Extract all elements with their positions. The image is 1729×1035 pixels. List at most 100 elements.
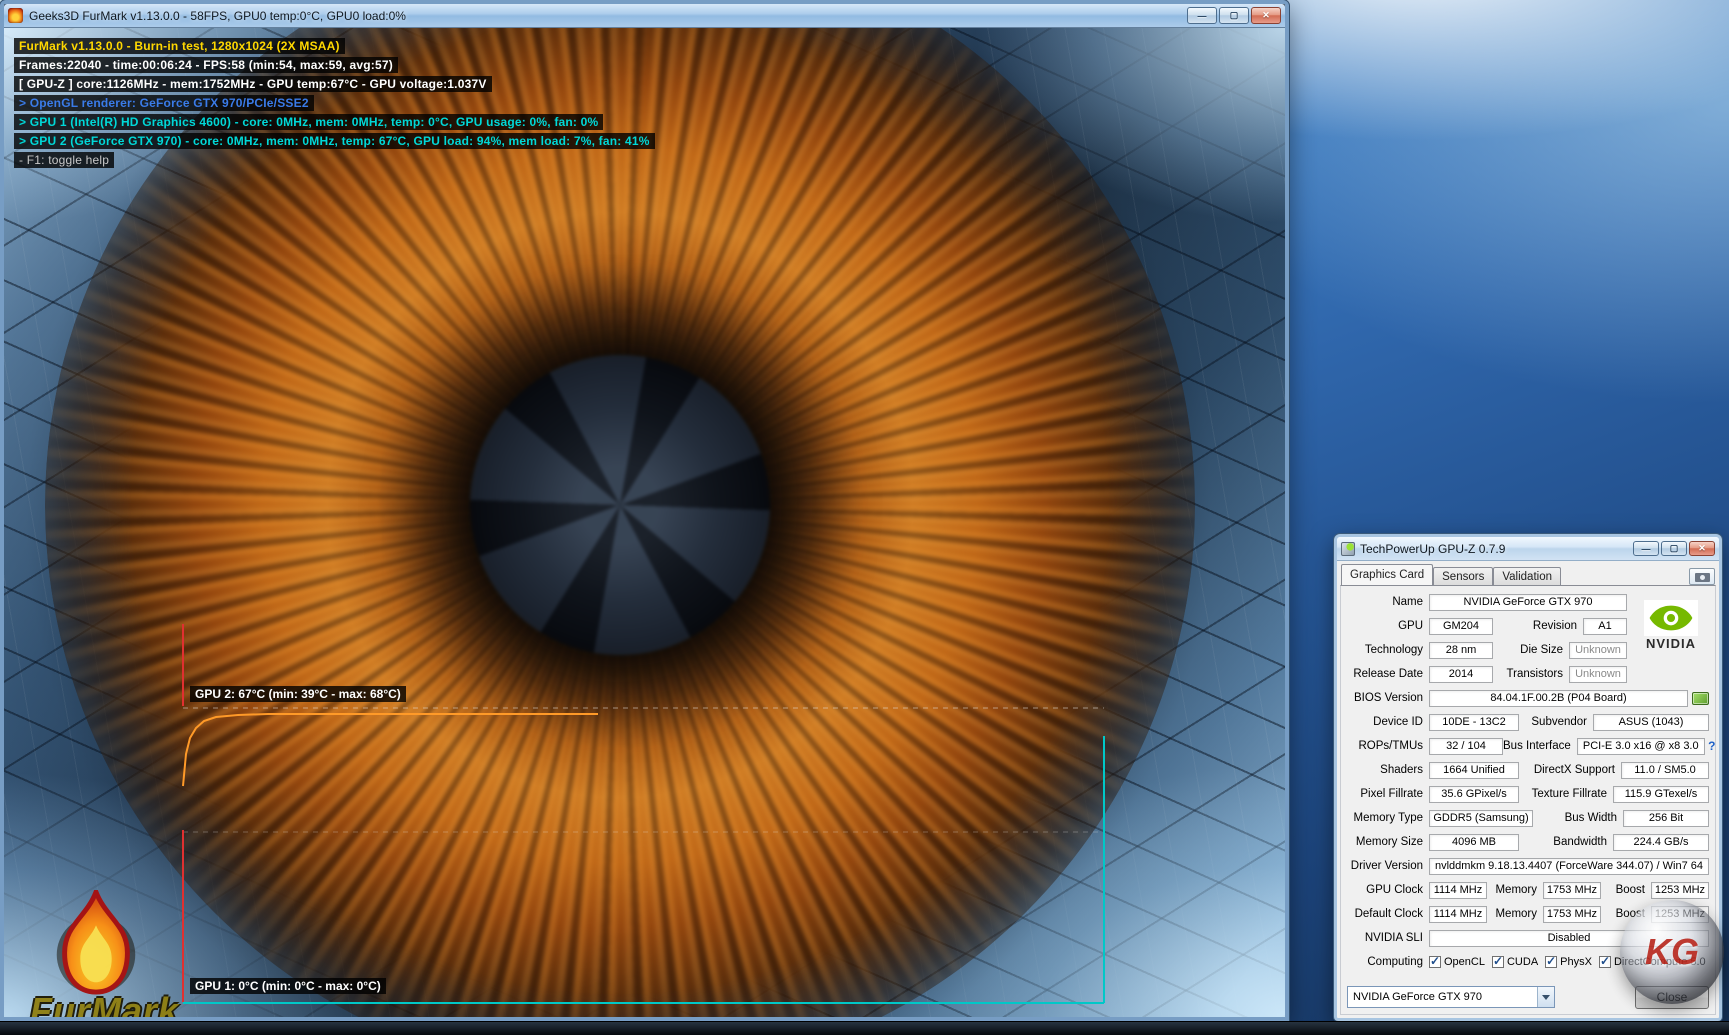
default-clock-value: 1114 MHz	[1429, 906, 1487, 923]
bus-interface-help-icon[interactable]: ?	[1705, 739, 1719, 753]
field-label: Computing	[1347, 956, 1429, 968]
checkbox-checked-icon	[1545, 956, 1557, 968]
memory-type-value: GDDR5 (Samsung)	[1429, 810, 1533, 827]
technology-value: 28 nm	[1429, 642, 1493, 659]
tab-graphics-card[interactable]: Graphics Card	[1341, 564, 1433, 585]
name-value: NVIDIA GeForce GTX 970	[1429, 594, 1627, 611]
gpuz-minimize-button[interactable]: —	[1633, 541, 1659, 556]
field-label: Bus Interface	[1503, 740, 1577, 752]
field-label: Default Clock	[1347, 908, 1429, 920]
checkbox-physx[interactable]: PhysX	[1545, 956, 1592, 968]
gpuz-titlebar[interactable]: TechPowerUp GPU-Z 0.7.9 — ▢ ✕	[1337, 537, 1719, 561]
bus-width-value: 256 Bit	[1623, 810, 1709, 827]
checkbox-label: PhysX	[1560, 956, 1592, 968]
field-label: Memory	[1487, 908, 1543, 920]
row-technology-diesize: Technology 28 nm Die Size Unknown	[1347, 640, 1627, 660]
checkbox-cuda[interactable]: CUDA	[1492, 956, 1538, 968]
field-label: Name	[1347, 596, 1429, 608]
gpu-clock-value: 1114 MHz	[1429, 882, 1487, 899]
row-gpu-revision: GPU GM204 Revision A1	[1347, 616, 1627, 636]
tab-sensors[interactable]: Sensors	[1433, 567, 1493, 585]
osd-opengl-renderer: > OpenGL renderer: GeForce GTX 970/PCIe/…	[14, 95, 314, 111]
field-label: Release Date	[1347, 668, 1429, 680]
device-id-value: 10DE - 13C2	[1429, 714, 1519, 731]
furmark-logo-text: FurMark	[30, 990, 230, 1017]
transistors-value: Unknown	[1569, 666, 1627, 683]
subvendor-value: ASUS (1043)	[1593, 714, 1709, 731]
nvidia-eye-icon	[1643, 600, 1699, 636]
checkbox-label: CUDA	[1507, 956, 1538, 968]
desktop: Geeks3D FurMark v1.13.0.0 - 58FPS, GPU0 …	[0, 0, 1729, 1035]
gpuz-window-title: TechPowerUp GPU-Z 0.7.9	[1360, 542, 1628, 556]
texture-fillrate-value: 115.9 GTexel/s	[1613, 786, 1709, 803]
gpuz-maximize-button[interactable]: ▢	[1661, 541, 1687, 556]
row-deviceid-subvendor: Device ID 10DE - 13C2 Subvendor ASUS (10…	[1347, 712, 1709, 732]
shaders-value: 1664 Unified	[1429, 762, 1519, 779]
row-driver: Driver Version nvlddmkm 9.18.13.4407 (Fo…	[1347, 856, 1709, 876]
checkbox-checked-icon	[1429, 956, 1441, 968]
field-label: Device ID	[1347, 716, 1429, 728]
furmark-minimize-button[interactable]: —	[1187, 7, 1217, 24]
field-label: GPU	[1347, 620, 1429, 632]
default-memory-clock-value: 1753 MHz	[1543, 906, 1601, 923]
temperature-graph: GPU 2: 67°C (min: 39°C - max: 68°C) GPU …	[178, 618, 1108, 1012]
device-select-value: NVIDIA GeForce GTX 970	[1348, 991, 1537, 1003]
taskbar[interactable]	[0, 1021, 1729, 1035]
die-size-value: Unknown	[1569, 642, 1627, 659]
kitguru-watermark: KG	[1620, 900, 1724, 1004]
field-label: DirectX Support	[1519, 764, 1621, 776]
gpu-value: GM204	[1429, 618, 1493, 635]
field-label: Die Size	[1493, 644, 1569, 656]
field-label: ROPs/TMUs	[1347, 740, 1429, 752]
osd-gpuz-clocks: [ GPU-Z ] core:1126MHz - mem:1752MHz - G…	[14, 76, 492, 92]
osd-overlay: FurMark v1.13.0.0 - Burn-in test, 1280x1…	[14, 38, 655, 171]
checkbox-label: OpenCL	[1444, 956, 1485, 968]
rops-tmus-value: 32 / 104	[1429, 738, 1503, 755]
osd-help-hint: - F1: toggle help	[14, 152, 114, 168]
gpu-memory-clock-value: 1753 MHz	[1543, 882, 1601, 899]
furmark-maximize-button[interactable]: ▢	[1219, 7, 1249, 24]
checkbox-opencl[interactable]: OpenCL	[1429, 956, 1485, 968]
row-fillrates: Pixel Fillrate 35.6 GPixel/s Texture Fil…	[1347, 784, 1709, 804]
gpu2-temp-label: GPU 2: 67°C (min: 39°C - max: 68°C)	[190, 686, 406, 702]
row-memorysize-bandwidth: Memory Size 4096 MB Bandwidth 224.4 GB/s	[1347, 832, 1709, 852]
furmark-app-icon	[8, 8, 23, 23]
bios-value: 84.04.1F.00.2B (P04 Board)	[1429, 690, 1688, 707]
field-label: Texture Fillrate	[1519, 788, 1613, 800]
furmark-logo: FurMark	[30, 890, 230, 1017]
tab-validation[interactable]: Validation	[1493, 567, 1561, 585]
furmark-window-title: Geeks3D FurMark v1.13.0.0 - 58FPS, GPU0 …	[29, 9, 1181, 23]
gpu-boost-clock-value: 1253 MHz	[1651, 882, 1709, 899]
field-label: Pixel Fillrate	[1347, 788, 1429, 800]
release-date-value: 2014	[1429, 666, 1493, 683]
gpuz-app-icon	[1341, 542, 1355, 556]
furmark-close-button[interactable]: ✕	[1251, 7, 1281, 24]
row-rops-businterface: ROPs/TMUs 32 / 104 Bus Interface PCI-E 3…	[1347, 736, 1709, 756]
field-label: Revision	[1493, 620, 1583, 632]
nvidia-logo: NVIDIA	[1635, 600, 1707, 651]
furmark-window: Geeks3D FurMark v1.13.0.0 - 58FPS, GPU0 …	[0, 0, 1289, 1021]
field-label: Memory Size	[1347, 836, 1429, 848]
kitguru-watermark-text: KG	[1645, 931, 1699, 973]
bios-save-icon[interactable]	[1692, 692, 1709, 705]
device-select-dropdown[interactable]: NVIDIA GeForce GTX 970	[1347, 986, 1555, 1008]
gpuz-tab-strip: Graphics Card Sensors Validation	[1337, 561, 1719, 585]
row-memorytype-buswidth: Memory Type GDDR5 (Samsung) Bus Width 25…	[1347, 808, 1709, 828]
flame-icon	[44, 890, 148, 996]
row-shaders-directx: Shaders 1664 Unified DirectX Support 11.…	[1347, 760, 1709, 780]
field-label: GPU Clock	[1347, 884, 1429, 896]
bandwidth-value: 224.4 GB/s	[1613, 834, 1709, 851]
row-release-transistors: Release Date 2014 Transistors Unknown	[1347, 664, 1627, 684]
driver-version-value: nvlddmkm 9.18.13.4407 (ForceWare 344.07)…	[1429, 858, 1709, 875]
chevron-down-icon	[1537, 987, 1554, 1007]
screenshot-camera-icon[interactable]	[1689, 568, 1715, 585]
field-label: NVIDIA SLI	[1347, 932, 1429, 944]
field-label: Shaders	[1347, 764, 1429, 776]
furmark-titlebar[interactable]: Geeks3D FurMark v1.13.0.0 - 58FPS, GPU0 …	[4, 4, 1285, 28]
row-name: Name NVIDIA GeForce GTX 970	[1347, 592, 1627, 612]
osd-gpu1-status: > GPU 1 (Intel(R) HD Graphics 4600) - co…	[14, 114, 603, 130]
furmark-render-area: FurMark v1.13.0.0 - Burn-in test, 1280x1…	[4, 28, 1285, 1017]
gpuz-close-window-button[interactable]: ✕	[1689, 541, 1715, 556]
field-label: Driver Version	[1347, 860, 1429, 872]
bus-interface-value: PCI-E 3.0 x16 @ x8 3.0	[1577, 738, 1705, 755]
